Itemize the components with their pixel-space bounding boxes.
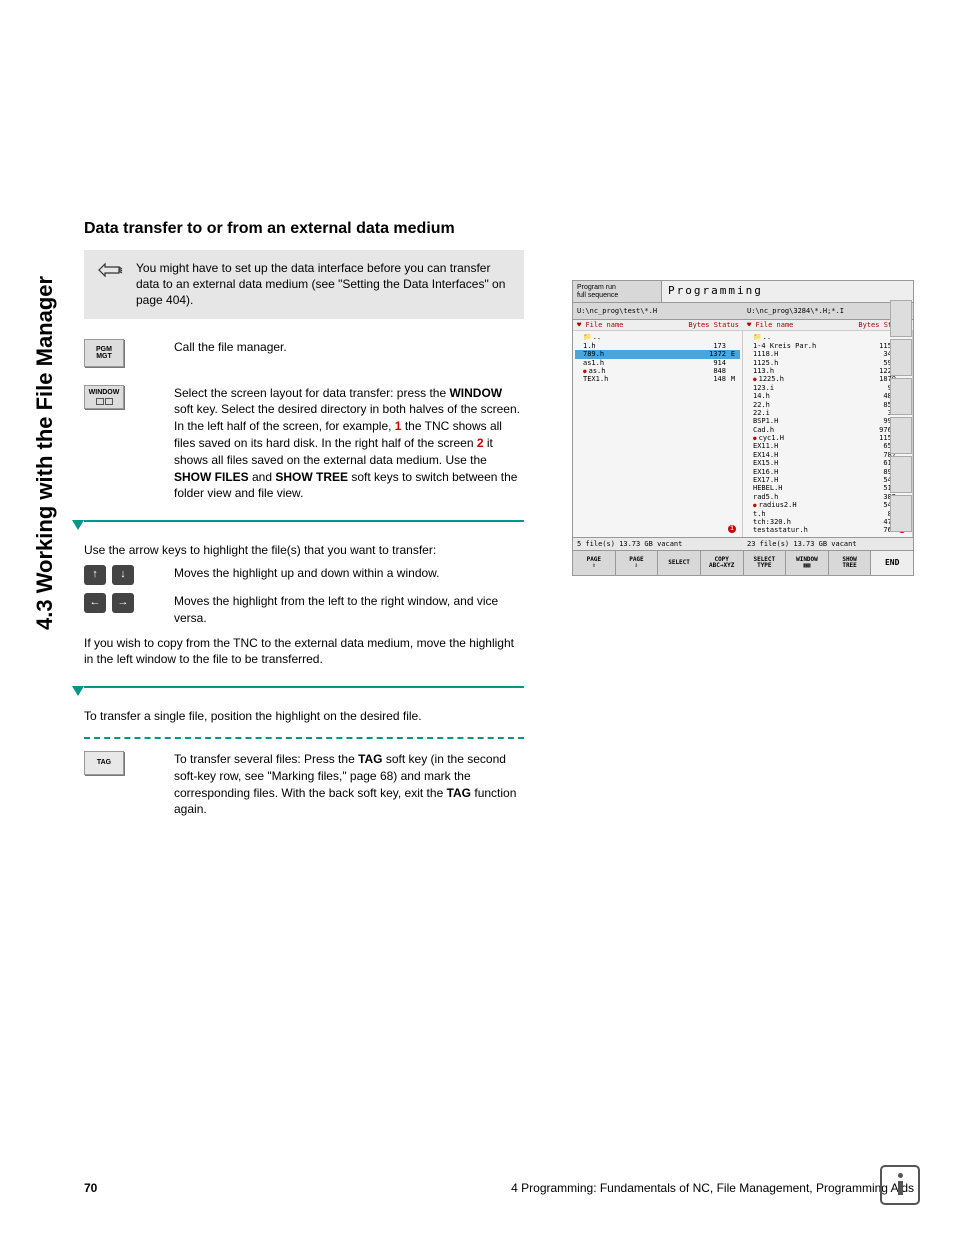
divider-triangle-2 [84, 686, 524, 700]
pgm-label: PGM [96, 346, 112, 353]
scr-right-files: ..1-4 Kreis Par.h11521118.H3481125.h5981… [743, 331, 913, 536]
softkey-4[interactable]: SELECTTYPE [744, 551, 787, 575]
file-row[interactable]: EX17.H548 [745, 476, 910, 484]
file-row[interactable]: testastatur.h761 [745, 526, 910, 534]
note-hand-icon [92, 260, 136, 309]
scr-side6[interactable] [890, 495, 912, 532]
mgt-label: MGT [96, 353, 112, 360]
file-row[interactable]: rad5.h382 [745, 493, 910, 501]
file-row[interactable]: EX14.H787 [745, 451, 910, 459]
scr-left-status: 5 file(s) 13.73 GB vacant [573, 538, 743, 550]
scr-side1[interactable] [890, 300, 912, 337]
file-row[interactable]: 1.h173 [575, 342, 740, 350]
divider-triangle [84, 520, 524, 534]
window-button[interactable]: WINDOW [84, 385, 124, 409]
scr-right-status: 23 file(s) 13.73 GB vacant [743, 538, 913, 550]
file-row[interactable]: HEBEL.H518 [745, 484, 910, 492]
side-heading: 4.3 Working with the File Manager [32, 276, 58, 630]
scr-tag-1: 1 [728, 525, 736, 533]
file-row[interactable]: cyc1.H1156 [745, 434, 910, 442]
file-row[interactable]: t.h87 [745, 510, 910, 518]
file-row[interactable]: as.h848 [575, 367, 740, 375]
scr-sidebar [889, 299, 913, 533]
pgm-mgt-button[interactable]: PGM MGT [84, 339, 124, 367]
file-row[interactable]: 1125.h598 [745, 359, 910, 367]
file-row[interactable]: tch:320.h476 [745, 518, 910, 526]
scr-mode: Program run full sequence [573, 281, 662, 302]
arrow-right-button[interactable]: → [112, 593, 134, 613]
para-single-file: To transfer a single file, position the … [84, 708, 524, 725]
file-row[interactable]: .. [575, 333, 740, 341]
footer: 70 4 Programming: Fundamentals of NC, Fi… [84, 1181, 914, 1195]
softkey-6[interactable]: SHOWTREE [829, 551, 872, 575]
tag-button[interactable]: TAG [84, 751, 124, 775]
softkey-1[interactable]: PAGE⇩ [616, 551, 659, 575]
window-label: WINDOW [89, 389, 120, 396]
arrow-up-button[interactable]: ↑ [84, 565, 106, 585]
file-row[interactable]: radius2.H545 [745, 501, 910, 509]
scr-left-path: U:\nc_prog\test\*.H [573, 303, 743, 320]
scr-side2[interactable] [890, 339, 912, 376]
note-block: You might have to set up the data interf… [84, 250, 524, 319]
step-window: WINDOW Select the screen layout for data… [84, 385, 524, 503]
page-number: 70 [84, 1181, 97, 1195]
softkey-5[interactable]: WINDOW▦▦ [786, 551, 829, 575]
window-text: Select the screen layout for data transf… [174, 385, 524, 503]
scr-side5[interactable] [890, 456, 912, 493]
arrows-ud-text: Moves the highlight up and down within a… [174, 565, 524, 585]
file-row[interactable]: BSP1.H998 [745, 417, 910, 425]
tnc-screenshot: Program run full sequence Programming U:… [572, 280, 914, 576]
dashed-divider [84, 737, 524, 739]
file-row[interactable]: 1-4 Kreis Par.h1152 [745, 342, 910, 350]
arrow-down-button[interactable]: ↓ [112, 565, 134, 585]
file-row[interactable]: EX11.H659 [745, 442, 910, 450]
scr-title: Programming [662, 281, 913, 302]
file-row[interactable]: TEX1.h148M [575, 375, 740, 383]
scr-softkeys: PAGE⇧PAGE⇩SELECT COPYABC→XYZSELECTTYPEWI… [573, 550, 913, 575]
softkey-7[interactable]: END [871, 551, 913, 575]
file-row[interactable]: as1.h914 [575, 359, 740, 367]
scr-right-path: U:\nc_prog\3284\*.H;*.I [743, 303, 913, 320]
file-row[interactable]: EX16.H892 [745, 468, 910, 476]
arrow-left-button[interactable]: ← [84, 593, 106, 613]
softkey-3[interactable]: COPYABC→XYZ [701, 551, 744, 575]
file-row[interactable]: EX15.H617 [745, 459, 910, 467]
section-title: Data transfer to or from an external dat… [84, 220, 524, 238]
scr-right-head: ♥ File name Bytes Status [743, 320, 913, 331]
file-row[interactable]: 1118.H348 [745, 350, 910, 358]
file-row[interactable]: 113.h1227 [745, 367, 910, 375]
file-row[interactable]: 123.i92 [745, 384, 910, 392]
arrows-lr-text: Moves the highlight from the left to the… [174, 593, 524, 627]
scr-side4[interactable] [890, 417, 912, 454]
scr-left-files: ..1.h173789.h1372Eas1.h914as.h848TEX1.h1… [573, 331, 743, 536]
step-pgm-mgt: PGM MGT Call the file manager. [84, 339, 524, 367]
file-row[interactable]: 789.h1372E [575, 350, 740, 358]
scr-side3[interactable] [890, 378, 912, 415]
file-row[interactable]: Cad.h976K [745, 426, 910, 434]
chapter-title: 4 Programming: Fundamentals of NC, File … [511, 1181, 914, 1195]
scr-left-head: ♥ File name Bytes Status [573, 320, 743, 331]
file-row[interactable]: 14.h481 [745, 392, 910, 400]
tag-text: To transfer several files: Press the TAG… [174, 751, 524, 818]
para-arrow-intro: Use the arrow keys to highlight the file… [84, 542, 524, 559]
call-fm-text: Call the file manager. [174, 339, 524, 367]
softkey-0[interactable]: PAGE⇧ [573, 551, 616, 575]
softkey-2[interactable]: SELECT [658, 551, 701, 575]
step-arrows-lr: ← → Moves the highlight from the left to… [84, 593, 524, 627]
file-row[interactable]: .. [745, 333, 910, 341]
note-text: You might have to set up the data interf… [136, 260, 516, 309]
info-icon [880, 1165, 920, 1205]
file-row[interactable]: 22.i38 [745, 409, 910, 417]
para-copy-note: If you wish to copy from the TNC to the … [84, 635, 524, 669]
file-row[interactable]: 1225.h1870 [745, 375, 910, 383]
file-row[interactable]: 22.h856S [745, 401, 910, 409]
step-arrows-ud: ↑ ↓ Moves the highlight up and down with… [84, 565, 524, 585]
step-tag: TAG To transfer several files: Press the… [84, 751, 524, 818]
